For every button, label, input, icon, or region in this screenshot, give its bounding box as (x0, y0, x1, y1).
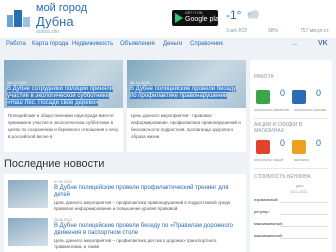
nav-item-city-map[interactable]: Карта города (32, 41, 69, 47)
google-play-button[interactable]: GET IT ON Google play (172, 10, 222, 26)
main-nav: Работа Карта города Недвижимость Объявле… (0, 40, 336, 52)
work-heading: РАБОТА (254, 74, 274, 80)
nav-more[interactable]: ... (292, 41, 297, 47)
humidity-value: 98% (268, 28, 279, 34)
nav-item-ads[interactable]: Объявления (120, 41, 155, 47)
stores-count[interactable]: 0 (316, 138, 321, 148)
promo-icon[interactable] (256, 140, 270, 154)
fuel-label: нормальный: (254, 197, 279, 202)
fuel-label: регуляр: (254, 209, 270, 214)
resume-icon[interactable] (292, 90, 306, 104)
featured-date: 08.12.2021 (7, 80, 28, 85)
fuel-row: регуляр: (254, 208, 328, 216)
vacancies-count[interactable]: 0 (280, 88, 285, 98)
featured-card[interactable]: 08.12.2021 В Дубне сотрудники полиции пр… (4, 60, 123, 152)
news-thumbnail[interactable] (8, 218, 48, 246)
news-text: Цель данного мероприятия – профилактика … (54, 200, 232, 211)
resumes-count[interactable]: 0 (316, 88, 321, 98)
store-icon[interactable] (292, 140, 306, 154)
wind-value: 3 м/с ЮЗ (226, 28, 247, 34)
news-title[interactable]: В Дубне полицейские провели беседу по «П… (54, 223, 242, 237)
fuel-date-hint: дата (296, 184, 304, 188)
news-text: Цель данного мероприятия – профилактика … (54, 238, 217, 249)
promos-count[interactable]: 0 (280, 138, 285, 148)
featured-card[interactable]: 08.12.2021 В Дубне полицейские провели б… (127, 60, 246, 152)
list-item[interactable]: 28.08.2018 В Дубне полицейские провели б… (4, 214, 246, 250)
fuel-date-value: 10.11.2021 (290, 190, 308, 194)
featured-title[interactable]: В Дубне полицейские провели беседу по пр… (130, 86, 240, 100)
fuel-row: нормальный: (254, 196, 328, 204)
site-name[interactable]: мой город (36, 3, 87, 14)
divider (254, 118, 328, 119)
fuel-row: максимальный: (254, 220, 328, 228)
resumes-label: актуальных резюме (294, 108, 327, 112)
site-domain: dubna.site (36, 29, 60, 35)
fuel-label: максимальный: (254, 233, 283, 238)
promos-label: актуальных акций (254, 158, 284, 162)
latest-news-heading: Последние новости (4, 158, 105, 170)
gplay-subtitle: GET IT ON (185, 11, 203, 15)
nav-item-directory[interactable]: Справочник (190, 41, 223, 47)
featured-text: Цель данного мероприятия - правовое инфо… (131, 113, 241, 139)
stores-label: магазина (294, 158, 309, 162)
main-content: 08.12.2021 В Дубне сотрудники полиции пр… (4, 60, 246, 252)
sidebar: РАБОТА 0 актуальных вакансий 0 актуальны… (250, 60, 332, 252)
play-store-icon (175, 13, 183, 23)
featured-date: 08.12.2021 (130, 80, 151, 85)
divider (254, 168, 328, 169)
vacancy-icon[interactable] (256, 90, 270, 104)
promos-heading: АКЦИИ И СКИДКИ В МАГАЗИНАХ (254, 122, 303, 134)
news-date: 28.08.2018 (54, 218, 72, 222)
latest-news-list: 07.09.2018 В Дубне полицейские провели п… (4, 174, 246, 252)
site-header: мой город Дубна dubna.site GET IT ON Goo… (0, 0, 336, 38)
nav-item-work[interactable]: Работа (6, 41, 26, 47)
nav-item-real-estate[interactable]: Недвижимость (72, 41, 113, 47)
news-thumbnail[interactable] (8, 180, 48, 208)
featured-title[interactable]: В Дубне сотрудники полиции приняли участ… (7, 86, 117, 107)
cloudy-weather-icon (247, 10, 259, 19)
list-item[interactable]: 07.09.2018 В Дубне полицейские провели п… (4, 176, 246, 212)
pressure-value: 757 мм.рт.ст. (300, 28, 330, 34)
fuel-label: максимальный: (254, 221, 283, 226)
temperature: -1° (226, 8, 242, 22)
featured-news: 08.12.2021 В Дубне сотрудники полиции пр… (4, 60, 246, 152)
vk-icon[interactable]: VK (318, 40, 330, 50)
nav-item-money[interactable]: Деньги (163, 41, 182, 47)
fuel-heading: СТОИМОСТЬ БЕНЗИНА (254, 174, 311, 180)
news-date: 07.09.2018 (54, 180, 72, 184)
vacancies-label: актуальных вакансий (254, 108, 289, 112)
fuel-row: максимальный: (254, 232, 328, 240)
featured-text: Полицейские и общественники наукограда в… (8, 113, 119, 139)
site-city[interactable]: Дубна (36, 15, 74, 28)
city-logo-icon[interactable] (6, 6, 32, 28)
news-title[interactable]: В Дубне полицейские провели профилактиче… (54, 185, 242, 199)
